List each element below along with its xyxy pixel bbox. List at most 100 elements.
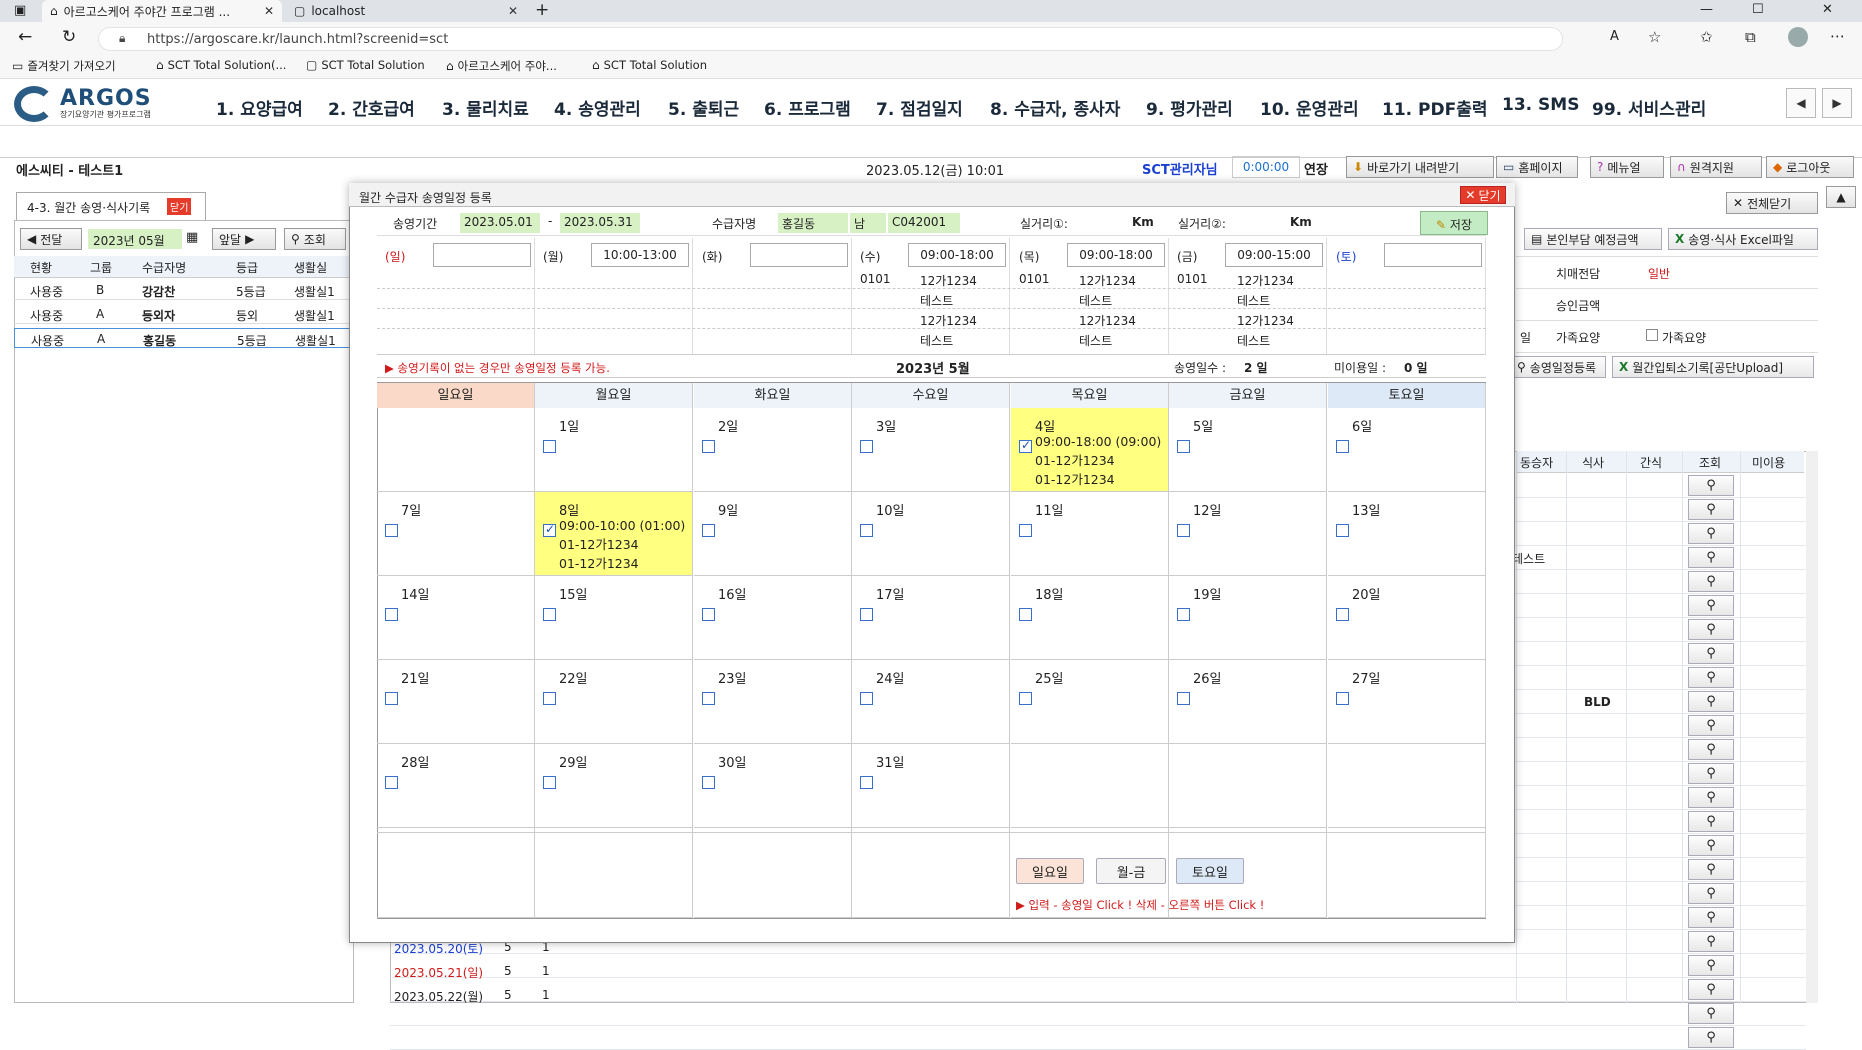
day-checkbox[interactable] [860,440,873,453]
select-sundays-button[interactable]: 일요일 [1016,858,1084,884]
day-checkbox[interactable] [1336,608,1349,621]
refresh-icon[interactable]: ↻ [62,27,76,47]
day-checkbox[interactable] [1177,608,1190,621]
day-checkbox[interactable] [1177,692,1190,705]
logout-button[interactable]: ◆ 로그아웃 [1766,156,1854,178]
browser-tab-argos[interactable]: ⌂ 아르고스케어 주야간 프로그램 ... ✕ [42,0,282,22]
back-icon[interactable]: ← [18,27,32,47]
day-checkbox[interactable] [702,524,715,537]
search-icon[interactable]: ⚲ [1688,835,1734,856]
search-icon[interactable]: ⚲ [1688,859,1734,880]
search-icon[interactable]: ⚲ [1688,883,1734,904]
schedule-register-button[interactable]: ⚲ 송영일정등록 [1510,356,1606,378]
weekday-time-input[interactable]: 10:00-13:00 [591,243,689,267]
grid-scrollbar[interactable] [1806,451,1818,1003]
day-checkbox[interactable] [702,692,715,705]
day-checkbox[interactable] [1336,440,1349,453]
bookmark-argos[interactable]: ⌂ 아르고스케어 주야... [446,58,557,74]
search-button[interactable]: ⚲ 조회 [284,228,346,250]
day-checkbox[interactable] [1177,440,1190,453]
excel-button[interactable]: X 송영·식사 Excel파일 [1668,228,1818,250]
day-checkbox[interactable] [1336,692,1349,705]
menu-item[interactable]: 6. 프로그램 [764,95,851,120]
menu-item[interactable]: 4. 송영관리 [554,95,641,120]
remote-support-button[interactable]: ∩ 원격지원 [1670,156,1762,178]
day-checkbox[interactable] [385,608,398,621]
day-checkbox[interactable] [543,776,556,789]
menu-item[interactable]: 11. PDF출력 [1382,95,1488,120]
weekday-time-input[interactable] [1384,243,1482,267]
manual-button[interactable]: ? 메뉴얼 [1590,156,1664,178]
day-checkbox[interactable] [543,692,556,705]
menu-item[interactable]: 7. 점검일지 [876,95,963,120]
more-icon[interactable]: ⋯ [1830,27,1845,45]
day-checkbox[interactable] [385,524,398,537]
close-window-icon[interactable]: ✕ [1822,2,1833,17]
search-icon[interactable]: ⚲ [1688,1027,1734,1048]
day-checkbox[interactable] [860,776,873,789]
extend-button[interactable]: 연장 [1304,159,1328,178]
day-checkbox[interactable] [1019,524,1032,537]
menu-prev-button[interactable]: ◀ [1786,88,1816,118]
search-icon[interactable]: ⚲ [1688,475,1734,496]
menu-item[interactable]: 13. SMS [1502,95,1579,115]
day-checkbox[interactable] [385,692,398,705]
day-checkbox[interactable] [385,776,398,789]
search-icon[interactable]: ⚲ [1688,1003,1734,1024]
favorite-add-icon[interactable]: ☆ [1648,28,1661,46]
close-icon[interactable]: ✕ [508,4,518,18]
period-to-field[interactable]: 2023.05.31 [560,213,640,233]
table-row[interactable]: 사용중 A 등외자 등외 생활실1 [14,304,350,324]
menu-next-button[interactable]: ▶ [1822,88,1852,118]
tab-monthly-record[interactable]: 4-3. 월간 송영·식사기록 닫기 [16,192,206,220]
select-weekdays-button[interactable]: 월-금 [1096,858,1166,884]
family-checkbox[interactable] [1646,329,1658,341]
menu-item[interactable]: 9. 평가관리 [1146,95,1233,120]
day-checkbox[interactable] [1019,692,1032,705]
search-icon[interactable]: ⚲ [1688,523,1734,544]
day-checkbox[interactable] [702,776,715,789]
menu-item[interactable]: 2. 간호급여 [328,95,415,120]
weekday-time-input[interactable]: 09:00-18:00 [1067,243,1165,267]
tab-close-button[interactable]: 닫기 [167,198,192,215]
search-icon[interactable]: ⚲ [1688,547,1734,568]
shortcut-download-button[interactable]: ⬇ 바로가기 내려받기 [1346,156,1494,178]
day-checkbox[interactable] [543,522,556,537]
day-checkbox[interactable] [1177,524,1190,537]
search-icon[interactable]: ⚲ [1688,907,1734,928]
table-row[interactable]: 사용중 B 강감찬 5등급 생활실1 [14,280,350,300]
search-icon[interactable]: ⚲ [1688,619,1734,640]
day-checkbox[interactable] [1336,524,1349,537]
homepage-button[interactable]: ▭ 홈페이지 [1496,156,1578,178]
copay-button[interactable]: ▤ 본인부담 예정금액 [1524,228,1662,250]
day-checkbox[interactable] [1019,608,1032,621]
menu-item[interactable]: 10. 운영관리 [1260,95,1359,120]
period-from-field[interactable]: 2023.05.01 [460,213,540,233]
day-checkbox[interactable] [702,440,715,453]
search-icon[interactable]: ⚲ [1688,595,1734,616]
read-aloud-icon[interactable]: A [1610,29,1619,44]
menu-item[interactable]: 1. 요양급여 [216,95,303,120]
next-month-button[interactable]: 앞달 ▶ [212,228,276,250]
search-icon[interactable]: ⚲ [1688,979,1734,1000]
bookmark-sct1[interactable]: ⌂ SCT Total Solution(... [156,58,286,72]
weekday-time-input[interactable] [433,243,531,267]
close-icon[interactable]: ✕ [264,4,274,18]
day-checkbox[interactable] [543,440,556,453]
collections-icon[interactable]: ⧉ [1745,28,1756,46]
search-icon[interactable]: ⚲ [1688,643,1734,664]
tab-actions-icon[interactable]: ▣ [14,3,26,18]
day-checkbox[interactable] [702,608,715,621]
search-icon[interactable]: ⚲ [1688,763,1734,784]
favorites-icon[interactable]: ✩ [1700,28,1713,46]
search-icon[interactable]: ⚲ [1688,787,1734,808]
search-icon[interactable]: ⚲ [1688,571,1734,592]
bookmark-import[interactable]: ▭ 즐겨찾기 가져오기 [12,58,116,74]
day-checkbox[interactable] [860,608,873,621]
search-icon[interactable]: ⚲ [1688,739,1734,760]
day-checkbox[interactable] [860,524,873,537]
modal-close-button[interactable]: ✕ 닫기 [1460,186,1506,204]
menu-item[interactable]: 99. 서비스관리 [1592,95,1706,120]
search-icon[interactable]: ⚲ [1688,955,1734,976]
weekday-time-input[interactable] [750,243,848,267]
